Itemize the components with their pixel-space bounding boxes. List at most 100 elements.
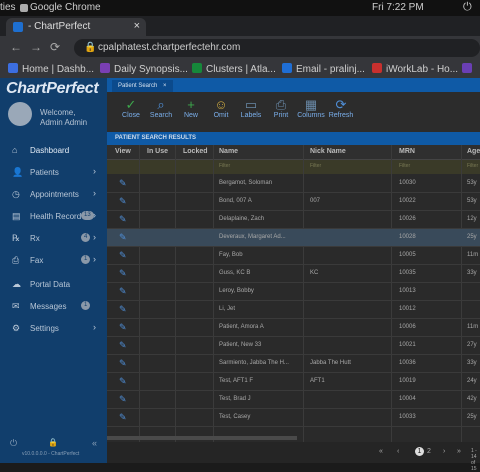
- sidebar-item-label: Rx: [30, 234, 40, 243]
- cell-age: 12y: [467, 216, 477, 222]
- sidebar-item-messages[interactable]: ✉ Messages 1: [0, 296, 107, 316]
- cell-name: Li, Jet: [219, 306, 236, 312]
- close-tab-icon[interactable]: ×: [134, 20, 140, 32]
- sidebar-item-settings[interactable]: ⚙ Settings ›: [0, 318, 107, 338]
- sidebar-item-appointments[interactable]: ◷ Appointments ›: [0, 184, 107, 204]
- bookmark-item[interactable]: Daily Synopsis...: [100, 63, 188, 75]
- bookmark-item[interactable]: Email - pralinj...: [282, 63, 365, 75]
- pager-last-button[interactable]: »: [457, 448, 461, 455]
- browser-tab-title: - ChartPerfect: [28, 21, 91, 32]
- os-app-text: ties: [0, 2, 16, 13]
- filter-input-name[interactable]: Filter: [219, 163, 230, 169]
- tab-patient-search[interactable]: Patient Search ×: [112, 80, 173, 92]
- sidebar-item-label: Patients: [30, 168, 59, 177]
- horizontal-scrollbar[interactable]: [107, 436, 297, 440]
- table-row[interactable]: ✎ Bond, 007 A 007 10022 53y: [107, 193, 480, 211]
- filter-input-mrn[interactable]: Filter: [399, 163, 410, 169]
- table-row[interactable]: ✎ Delaplaine, Zach 10026 12y: [107, 211, 480, 229]
- os-browser-menu[interactable]: Google Chrome: [30, 2, 101, 13]
- table-row[interactable]: ✎ Test, AFT1 F AFT1 10019 24y: [107, 373, 480, 391]
- edit-pencil-icon[interactable]: ✎: [119, 178, 127, 189]
- table-row[interactable]: ✎ Test, Casey 10033 25y: [107, 409, 480, 427]
- edit-pencil-icon[interactable]: ✎: [119, 286, 127, 297]
- cell-name: Test, Casey: [219, 414, 251, 420]
- bookmark-item[interactable]: Home | Dashb...: [8, 63, 94, 75]
- avatar[interactable]: [8, 102, 32, 126]
- edit-pencil-icon[interactable]: ✎: [119, 340, 127, 351]
- pager-page-1[interactable]: 1: [415, 447, 424, 456]
- print-button[interactable]: ⎙ Print: [265, 98, 297, 120]
- bookmark-item[interactable]: [462, 63, 476, 75]
- edit-pencil-icon[interactable]: ✎: [119, 376, 127, 387]
- power-icon[interactable]: ⏻: [463, 1, 472, 14]
- power-off-icon[interactable]: ⏻: [10, 438, 17, 449]
- edit-pencil-icon[interactable]: ✎: [119, 250, 127, 261]
- sidebar-item-patients[interactable]: 👤 Patients ›: [0, 162, 107, 182]
- table-row[interactable]: ✎ Guss, KC B KC 10035 33y: [107, 265, 480, 283]
- table-row[interactable]: ✎ Patient, Amora A 10006 11m: [107, 319, 480, 337]
- toolbar-button-label: Refresh: [328, 112, 354, 119]
- table-row[interactable]: ✎ Deveraux, Margaret Ad... 10028 25y: [107, 229, 480, 247]
- cell-nick-name: KC: [310, 270, 319, 276]
- edit-pencil-icon[interactable]: ✎: [119, 196, 127, 207]
- toolbar-button-label: Labels: [240, 112, 262, 119]
- edit-pencil-icon[interactable]: ✎: [119, 412, 127, 423]
- sidebar-item-label: Appointments: [30, 190, 79, 199]
- browser-tabstrip: - ChartPerfect × +: [0, 16, 480, 49]
- table-row[interactable]: ✎ Li, Jet 10012: [107, 301, 480, 319]
- filter-input-age[interactable]: Filter: [467, 163, 478, 169]
- pager-prev-button[interactable]: ‹: [397, 448, 399, 455]
- column-header-name[interactable]: Name: [219, 148, 238, 155]
- sidebar-item-fax[interactable]: ⎙ Fax 1 ›: [0, 250, 107, 270]
- pager-first-button[interactable]: «: [379, 448, 383, 455]
- reload-icon[interactable]: ⟳: [50, 40, 60, 54]
- edit-pencil-icon[interactable]: ✎: [119, 268, 127, 279]
- column-header-nick-name[interactable]: Nick Name: [310, 148, 346, 155]
- columns-button[interactable]: ▦ Columns: [295, 98, 327, 120]
- column-header-view[interactable]: View: [115, 148, 131, 155]
- new-button[interactable]: + New: [175, 98, 207, 120]
- sidebar-item-portal-data[interactable]: ☁ Portal Data: [0, 274, 107, 294]
- table-row[interactable]: ✎ Sarmiento, Jabba The H... Jabba The Hutt…: [107, 355, 480, 373]
- collapse-sidebar-icon[interactable]: «: [92, 438, 97, 448]
- bookmark-item[interactable]: iWorkLab - Ho...: [372, 63, 458, 75]
- column-header-locked[interactable]: Locked: [183, 148, 208, 155]
- page-tab-bar: Patient Search ×: [107, 78, 480, 92]
- column-header-in-use[interactable]: In Use: [147, 148, 168, 155]
- edit-pencil-icon[interactable]: ✎: [119, 304, 127, 315]
- forward-arrow-icon[interactable]: →: [30, 40, 42, 54]
- lock-screen-icon[interactable]: 🔒: [48, 438, 58, 447]
- table-row[interactable]: ✎ Fay, Bob 10005 11m: [107, 247, 480, 265]
- pager-next-button[interactable]: ›: [443, 448, 445, 455]
- table-row[interactable]: ✎ Test, Brad J 10004 42y: [107, 391, 480, 409]
- edit-pencil-icon[interactable]: ✎: [119, 232, 127, 243]
- bookmark-item[interactable]: Clusters | Atla...: [192, 63, 276, 75]
- search-button[interactable]: ⌕ Search: [145, 98, 177, 120]
- refresh-button[interactable]: ⟳ Refresh: [325, 98, 357, 120]
- pager-page-2[interactable]: 2: [427, 448, 431, 455]
- address-bar[interactable]: 🔒 cpalphatest.chartperfectehr.com: [74, 39, 480, 57]
- column-header-age[interactable]: Age: [467, 148, 480, 155]
- labels-icon: ▭: [244, 97, 258, 112]
- omit-button[interactable]: ☺ Omit: [205, 98, 237, 120]
- edit-pencil-icon[interactable]: ✎: [119, 358, 127, 369]
- close-button[interactable]: ✓ Close: [115, 98, 147, 120]
- count-badge: 1: [81, 255, 91, 264]
- sidebar-item-rx[interactable]: ℞ Rx 4 ›: [0, 228, 107, 248]
- table-row[interactable]: ✎ Bergamot, Soloman 10030 53y: [107, 175, 480, 193]
- sidebar-item-health-record[interactable]: ▤ Health Record 13 ›: [0, 206, 107, 226]
- column-header-mrn[interactable]: MRN: [399, 148, 415, 155]
- sidebar-item-dashboard[interactable]: ⌂ Dashboard: [0, 140, 107, 160]
- edit-pencil-icon[interactable]: ✎: [119, 214, 127, 225]
- table-row[interactable]: ✎ Leroy, Bobby 10013: [107, 283, 480, 301]
- edit-pencil-icon[interactable]: ✎: [119, 322, 127, 333]
- table-row[interactable]: ✎ Patient, New 33 10021 27y: [107, 337, 480, 355]
- edit-pencil-icon[interactable]: ✎: [119, 394, 127, 405]
- chevron-right-icon: ›: [93, 254, 96, 264]
- close-page-tab-icon[interactable]: ×: [163, 83, 167, 89]
- labels-button[interactable]: ▭ Labels: [235, 97, 267, 120]
- filter-input-nick-name[interactable]: Filter: [310, 163, 321, 169]
- back-arrow-icon[interactable]: ←: [10, 40, 22, 54]
- toolbar-button-label: Columns: [297, 112, 325, 119]
- browser-tab[interactable]: - ChartPerfect ×: [6, 18, 146, 36]
